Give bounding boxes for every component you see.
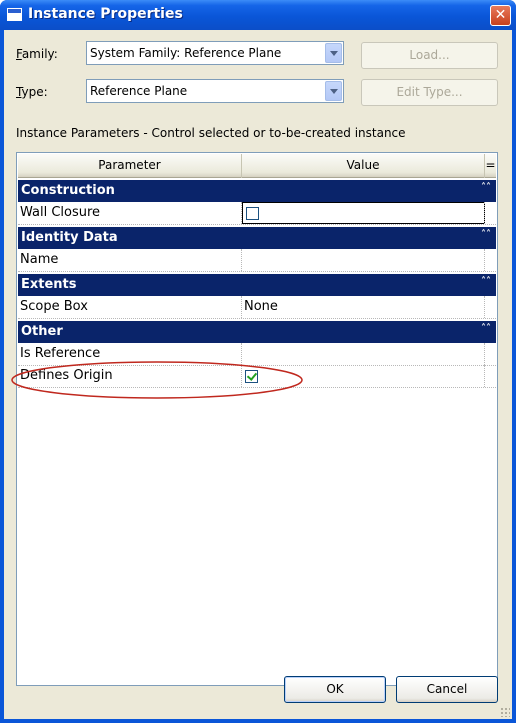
resize-grip-icon[interactable]	[500, 707, 510, 717]
chevron-down-icon[interactable]	[325, 81, 342, 101]
type-value: Reference Plane	[90, 84, 188, 98]
group-identity-data[interactable]: Identity Data ˄˄	[18, 227, 496, 249]
param-row-name[interactable]: Name	[18, 249, 496, 272]
load-button[interactable]: Load...	[361, 42, 498, 69]
group-construction[interactable]: Construction ˄˄	[18, 180, 496, 202]
param-name: Wall Closure	[20, 205, 101, 220]
close-button[interactable]: ✕	[490, 5, 511, 26]
value-edit-box[interactable]	[242, 202, 485, 224]
family-label: Family:	[16, 47, 58, 61]
collapse-icon[interactable]: ˄˄	[481, 321, 491, 337]
cancel-button[interactable]: Cancel	[396, 676, 498, 703]
family-value: System Family: Reference Plane	[90, 46, 282, 60]
param-value[interactable]: None	[244, 299, 278, 314]
chevron-down-icon[interactable]	[325, 43, 342, 63]
collapse-icon[interactable]: ˄˄	[481, 180, 491, 196]
ok-button[interactable]: OK	[284, 676, 386, 703]
title-bar[interactable]: Instance Properties ✕	[0, 0, 516, 30]
grid-header: Parameter Value =	[18, 154, 496, 178]
type-dropdown[interactable]: Reference Plane	[86, 79, 344, 103]
family-dropdown[interactable]: System Family: Reference Plane	[86, 41, 344, 65]
collapse-icon[interactable]: ˄˄	[481, 227, 491, 243]
param-name: Scope Box	[20, 299, 88, 314]
type-label: Type:	[16, 85, 48, 99]
param-row-wall-closure[interactable]: Wall Closure	[18, 202, 496, 225]
window-title: Instance Properties	[28, 6, 183, 22]
column-header-value[interactable]: Value	[242, 154, 485, 178]
dialog-client-area: Family: System Family: Reference Plane L…	[4, 30, 512, 719]
column-header-extra[interactable]: =	[485, 154, 496, 178]
collapse-icon[interactable]: ˄˄	[481, 274, 491, 290]
highlight-ellipse	[11, 361, 303, 399]
group-extents[interactable]: Extents ˄˄	[18, 274, 496, 296]
instance-parameters-caption: Instance Parameters - Control selected o…	[16, 126, 406, 140]
edit-type-button[interactable]: Edit Type...	[361, 79, 498, 106]
instance-properties-window: Instance Properties ✕ Family: System Fam…	[0, 0, 516, 723]
param-row-scope-box[interactable]: Scope Box None	[18, 296, 496, 319]
wall-closure-checkbox[interactable]	[246, 207, 259, 220]
parameters-grid[interactable]: Parameter Value = Construction ˄˄ Wall C…	[11, 152, 498, 686]
column-header-parameter[interactable]: Parameter	[18, 154, 242, 178]
window-icon	[7, 8, 22, 21]
param-name: Name	[20, 252, 59, 267]
group-other[interactable]: Other ˄˄	[18, 321, 496, 343]
